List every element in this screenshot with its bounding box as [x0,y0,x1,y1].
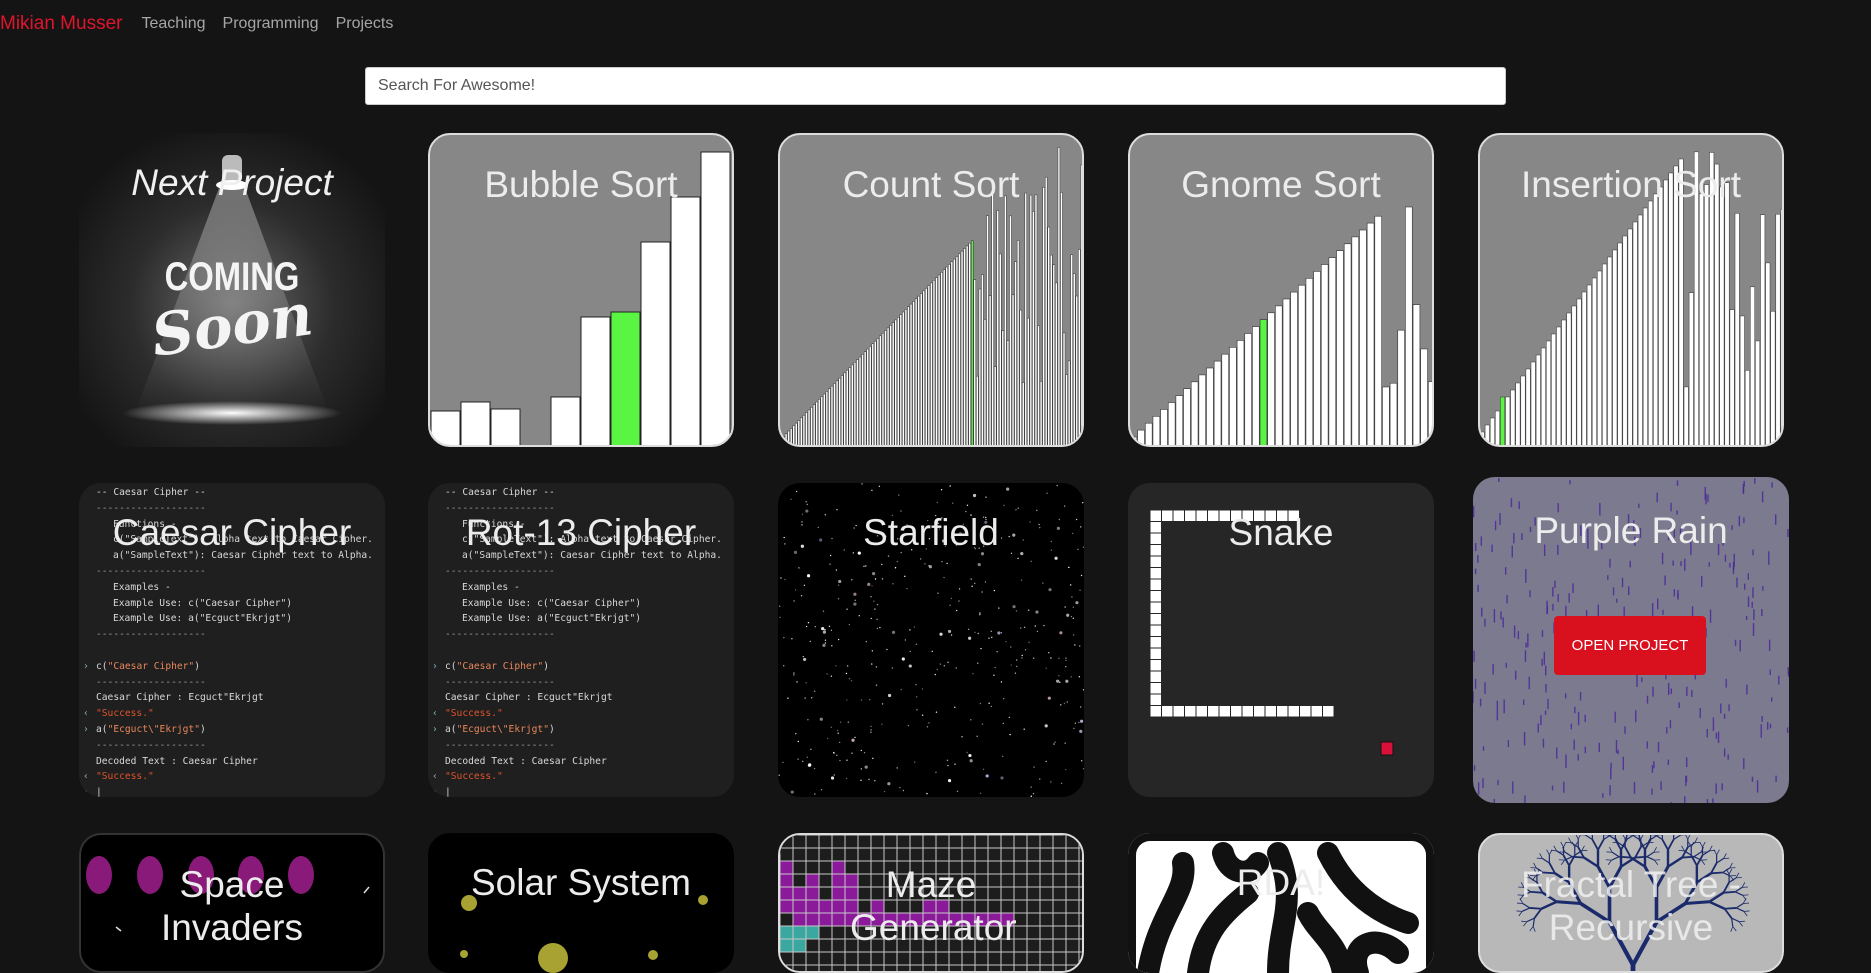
console-success: "Success." [445,708,503,719]
console-line: Example Use: a("Ecguct"Ekrjgt") [79,611,385,627]
card-maze-generator[interactable]: Maze Generator [778,833,1084,973]
card-snake[interactable]: Snake [1128,483,1434,797]
nav-teaching[interactable]: Teaching [141,15,205,33]
coming-soon-badge: COMING Soon [79,257,385,353]
card-caesar-cipher[interactable]: -- Caesar Cipher -- ------------------- … [79,483,385,797]
console-paren: ) [543,661,549,672]
card-rot13-cipher[interactable]: -- Caesar Cipher -- ------------------- … [428,483,734,797]
console-line: ------------------- [79,738,385,754]
card-title: Space Invaders [81,863,383,949]
card-bubble-sort[interactable]: Bubble Sort [428,133,734,447]
console-line: ------------------- [79,627,385,643]
card-fractal-tree[interactable]: Fractal Tree - Recursive [1478,833,1784,973]
console-paren: ) [194,661,200,672]
card-insertion-sort[interactable]: Insertion Sort [1478,133,1784,447]
console-line: Example Use: a("Ecguct"Ekrjgt") [428,611,734,627]
console-line: -- Caesar Cipher -- [79,485,385,501]
card-title: Solar System [428,861,734,904]
card-title: Purple Rain [1473,509,1789,552]
card-count-sort[interactable]: Count Sort [778,133,1084,447]
console-line: Example Use: c("Caesar Cipher") [79,596,385,612]
console-line [79,643,385,659]
console-success: "Success." [96,771,154,782]
console-paren: ) [549,724,555,735]
console-line: Caesar Cipher : Ecguct"Ekrjgt [79,690,385,706]
console-arg: "Caesar Cipher" [457,661,544,672]
card-starfield[interactable]: Starfield [778,483,1084,797]
card-rda[interactable]: RDA! [1128,833,1434,973]
card-title: Insertion Sort [1480,163,1782,206]
console-line: ›c("Caesar Cipher") [428,659,734,675]
console-line: ------------------- [79,564,385,580]
console-line: ------------------- [428,627,734,643]
card-title: Rot-13 Cipher [428,511,734,554]
console-line: Caesar Cipher : Ecguct"Ekrjgt [428,690,734,706]
card-title: Count Sort [780,163,1082,206]
card-next-project[interactable]: Next Project COMING Soon [79,133,385,447]
console-line: ›| [428,785,734,797]
console-line: ------------------- [428,675,734,691]
card-title: Next Project [79,161,385,204]
console-line: ›a("Ecguct\"Ekrjgt") [79,722,385,738]
open-project-button[interactable]: OPEN PROJECT [1554,616,1706,675]
console-line: ------------------- [428,738,734,754]
console-success: "Success." [96,708,154,719]
console-arg: "Ecguct\"Ekrjgt" [457,724,549,735]
console-arg: "Ecguct\"Ekrjgt" [108,724,200,735]
console-line: ›a("Ecguct\"Ekrjgt") [428,722,734,738]
console-line: ›c("Caesar Cipher") [79,659,385,675]
console-line: Examples - [428,580,734,596]
nav-links: Teaching Programming Projects [141,15,393,33]
console-fn: c( [96,661,108,672]
card-title: Caesar Cipher [79,511,385,554]
card-gnome-sort[interactable]: Gnome Sort [1128,133,1434,447]
console-paren: ) [200,724,206,735]
console-line: -- Caesar Cipher -- [428,485,734,501]
console-fn: a( [96,724,108,735]
nav-programming[interactable]: Programming [223,15,319,33]
console-line: ‹"Success." [428,706,734,722]
card-purple-rain[interactable]: Purple Rain OPEN PROJECT [1473,477,1789,803]
card-solar-system[interactable]: Solar System [428,833,734,973]
console-line: ‹"Success." [79,769,385,785]
search-input[interactable] [365,67,1506,105]
console-line: Decoded Text : Caesar Cipher [79,754,385,770]
card-space-invaders[interactable]: Space Invaders [79,833,385,973]
console-success: "Success." [445,771,503,782]
console-line: ------------------- [428,564,734,580]
card-title: Maze Generator [780,863,1082,949]
console-line: ‹"Success." [79,706,385,722]
card-title: RDA! [1128,861,1434,904]
console-line: ›| [79,785,385,797]
navbar: Mikian Musser Teaching Programming Proje… [0,0,1871,48]
console-line: Example Use: c("Caesar Cipher") [428,596,734,612]
console-line [428,643,734,659]
card-title: Fractal Tree - Recursive [1480,863,1782,949]
console-arg: "Caesar Cipher" [108,661,195,672]
console-line: Examples - [79,580,385,596]
nav-projects[interactable]: Projects [336,15,394,33]
console-line: ------------------- [79,675,385,691]
console-fn: a( [445,724,457,735]
card-title: Snake [1128,511,1434,554]
console-line: Decoded Text : Caesar Cipher [428,754,734,770]
card-title: Gnome Sort [1130,163,1432,206]
console-line: ‹"Success." [428,769,734,785]
console-fn: c( [445,661,457,672]
brand-link[interactable]: Mikian Musser [0,13,122,35]
card-title: Bubble Sort [430,163,732,206]
card-title: Starfield [778,511,1084,554]
